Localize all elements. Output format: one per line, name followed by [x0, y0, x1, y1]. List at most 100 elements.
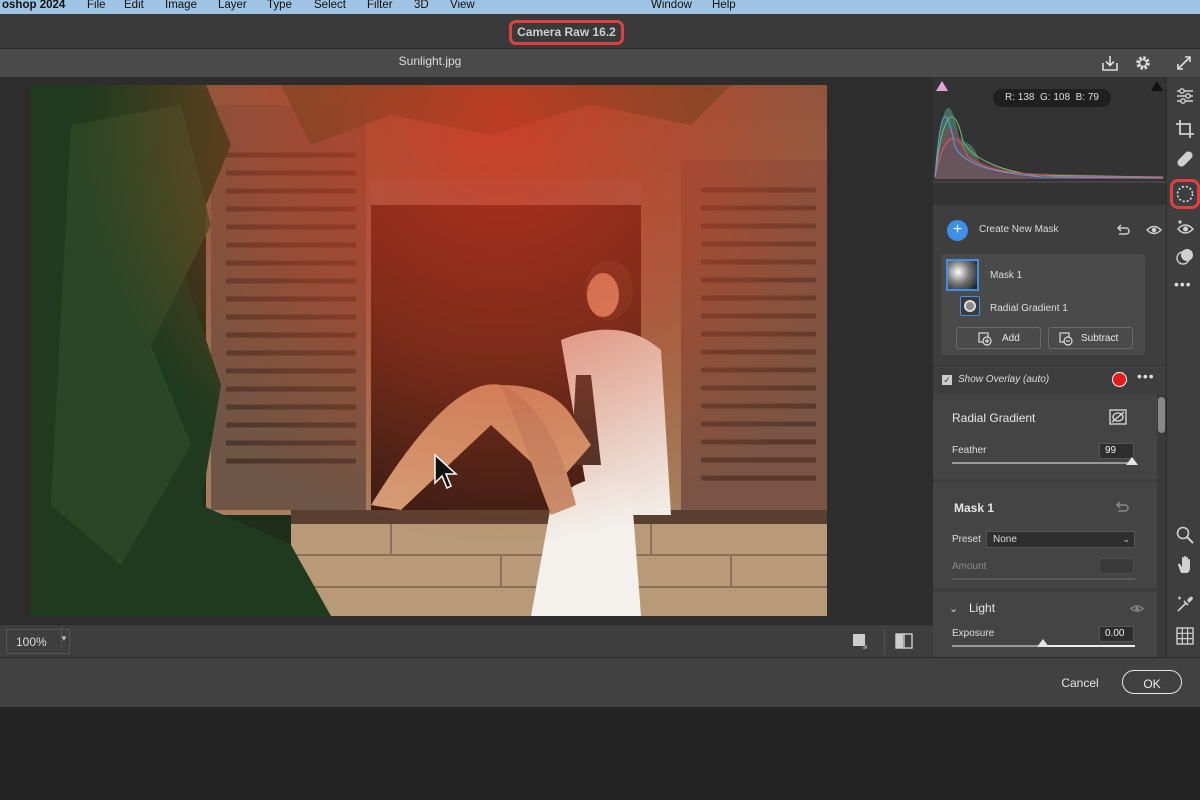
app-menu[interactable]: oshop 2024: [2, 0, 65, 11]
menu-file[interactable]: File: [87, 0, 106, 11]
crop-icon[interactable]: [1175, 119, 1195, 139]
photo-preview[interactable]: [31, 85, 827, 616]
feather-label: Feather: [952, 445, 987, 456]
rgb-readout: R: 138 G: 108 B: 79: [993, 89, 1111, 107]
preset-label: Preset: [952, 534, 981, 545]
save-icon[interactable]: [1101, 54, 1119, 72]
edit-sliders-icon[interactable]: [1175, 86, 1195, 106]
mask1-section: Mask 1 Preset None ⌄ Amount: [933, 482, 1158, 588]
menu-3d[interactable]: 3D: [414, 0, 429, 11]
mask1-title: Mask 1: [954, 501, 995, 515]
r-value: 138: [1017, 92, 1035, 103]
document-bar: Sunlight.jpg: [0, 48, 1200, 77]
r-label: R:: [1005, 92, 1015, 103]
exposure-slider-right[interactable]: [1044, 645, 1135, 647]
exposure-slider[interactable]: [952, 645, 1044, 647]
create-new-mask-button[interactable]: Create New Mask: [979, 224, 1058, 235]
mask-thumbnail[interactable]: [946, 259, 979, 291]
chevron-down-icon[interactable]: ⌄: [949, 602, 958, 615]
canvas-area[interactable]: [0, 77, 933, 624]
radial-gradient-title: Radial Gradient: [952, 411, 1036, 425]
feather-slider-thumb[interactable]: [1126, 457, 1138, 465]
add-label: Add: [1002, 333, 1020, 344]
radial-gradient-icon[interactable]: [960, 296, 980, 316]
menu-view[interactable]: View: [450, 0, 475, 11]
menubar: oshop 2024 File Edit Image Layer Type Se…: [0, 0, 1200, 14]
amount-slider[interactable]: [952, 578, 1135, 580]
reset-mask-icon[interactable]: [1114, 499, 1130, 515]
menu-select[interactable]: Select: [314, 0, 346, 11]
overlay-color-swatch[interactable]: [1112, 372, 1127, 387]
menu-layer[interactable]: Layer: [218, 0, 247, 11]
document-filename: Sunlight.jpg: [398, 54, 462, 68]
radial-gradient-section: Radial Gradient Feather 99: [933, 395, 1158, 479]
title-highlight: Camera Raw 16.2: [509, 20, 624, 45]
overlay-row: ✓ Show Overlay (auto) •••: [933, 365, 1166, 393]
chevron-down-icon: ⌄: [1122, 534, 1130, 544]
window-titlebar: Camera Raw 16.2: [0, 14, 1200, 48]
histogram: R: 138 G: 108 B: 79: [933, 77, 1166, 205]
subtract-label: Subtract: [1081, 333, 1119, 344]
exposure-slider-thumb[interactable]: [1037, 639, 1049, 647]
menu-type[interactable]: Type: [267, 0, 292, 11]
feather-slider[interactable]: [952, 462, 1135, 464]
window-title: Camera Raw 16.2: [517, 25, 616, 39]
grid-icon[interactable]: [1175, 626, 1195, 646]
subtract-button[interactable]: Subtract: [1048, 327, 1133, 349]
before-after-icon[interactable]: [895, 633, 913, 649]
more-icon[interactable]: •••: [1137, 368, 1155, 384]
amount-label: Amount: [952, 561, 987, 572]
zoom-icon[interactable]: [1175, 525, 1195, 545]
b-label: B:: [1075, 92, 1086, 103]
preset-value: None: [993, 534, 1017, 545]
right-panel: R: 138 G: 108 B: 79 + Create New Mask Ma…: [933, 77, 1166, 657]
redeye-icon[interactable]: [1175, 218, 1195, 238]
light-title: Light: [969, 601, 996, 615]
eye-icon[interactable]: [1146, 223, 1162, 237]
scrollbar-thumb[interactable]: [1158, 397, 1165, 433]
menu-edit[interactable]: Edit: [124, 0, 144, 11]
mask-component-name[interactable]: Radial Gradient 1: [990, 303, 1068, 314]
add-button[interactable]: Add: [956, 327, 1041, 349]
show-overlay-label: Show Overlay (auto): [958, 374, 1050, 385]
zoom-value: 100%: [16, 635, 47, 649]
light-section: ⌄ Light Exposure 0.00: [933, 592, 1158, 657]
hand-icon[interactable]: [1175, 555, 1195, 575]
healing-icon[interactable]: [1175, 149, 1195, 169]
g-value: 108: [1053, 92, 1071, 103]
cancel-label: Cancel: [1061, 676, 1099, 690]
masking-icon[interactable]: [1175, 184, 1195, 204]
panel-scrollbar[interactable]: [1157, 395, 1166, 657]
view-mode-icon[interactable]: [852, 633, 868, 649]
divider: [884, 629, 885, 654]
amount-value[interactable]: [1099, 558, 1134, 574]
eyedropper-icon[interactable]: [1175, 594, 1195, 614]
gear-icon[interactable]: [1134, 54, 1152, 72]
plus-icon[interactable]: +: [947, 220, 968, 241]
invert-mask-icon[interactable]: [1109, 409, 1127, 425]
status-bar: 100% ▼: [0, 624, 933, 657]
preset-select[interactable]: None ⌄: [986, 531, 1135, 548]
create-mask-row: + Create New Mask: [933, 208, 1166, 254]
exposure-value[interactable]: 0.00: [1099, 626, 1134, 642]
menu-filter[interactable]: Filter: [367, 0, 393, 11]
more-tools-icon[interactable]: •••: [1174, 276, 1192, 292]
menu-help[interactable]: Help: [712, 0, 736, 11]
eye-icon[interactable]: [1130, 603, 1144, 614]
menu-window[interactable]: Window: [651, 0, 692, 11]
ok-label: OK: [1143, 677, 1161, 691]
ok-button[interactable]: OK: [1122, 670, 1182, 694]
cancel-button[interactable]: Cancel: [1050, 671, 1110, 693]
photo-image: [31, 85, 827, 616]
menu-image[interactable]: Image: [165, 0, 197, 11]
add-mask-icon: [978, 332, 992, 346]
mask-name[interactable]: Mask 1: [990, 270, 1022, 281]
tool-strip: •••: [1166, 77, 1200, 657]
presets-icon[interactable]: [1175, 247, 1195, 267]
overlay-checkbox[interactable]: ✓: [942, 375, 952, 385]
reset-icon[interactable]: [1115, 222, 1131, 238]
subtract-mask-icon: [1059, 332, 1073, 346]
fullscreen-icon[interactable]: [1175, 54, 1193, 72]
chevron-down-icon[interactable]: ▼: [60, 634, 68, 643]
dialog-footer: Cancel OK: [0, 657, 1200, 707]
